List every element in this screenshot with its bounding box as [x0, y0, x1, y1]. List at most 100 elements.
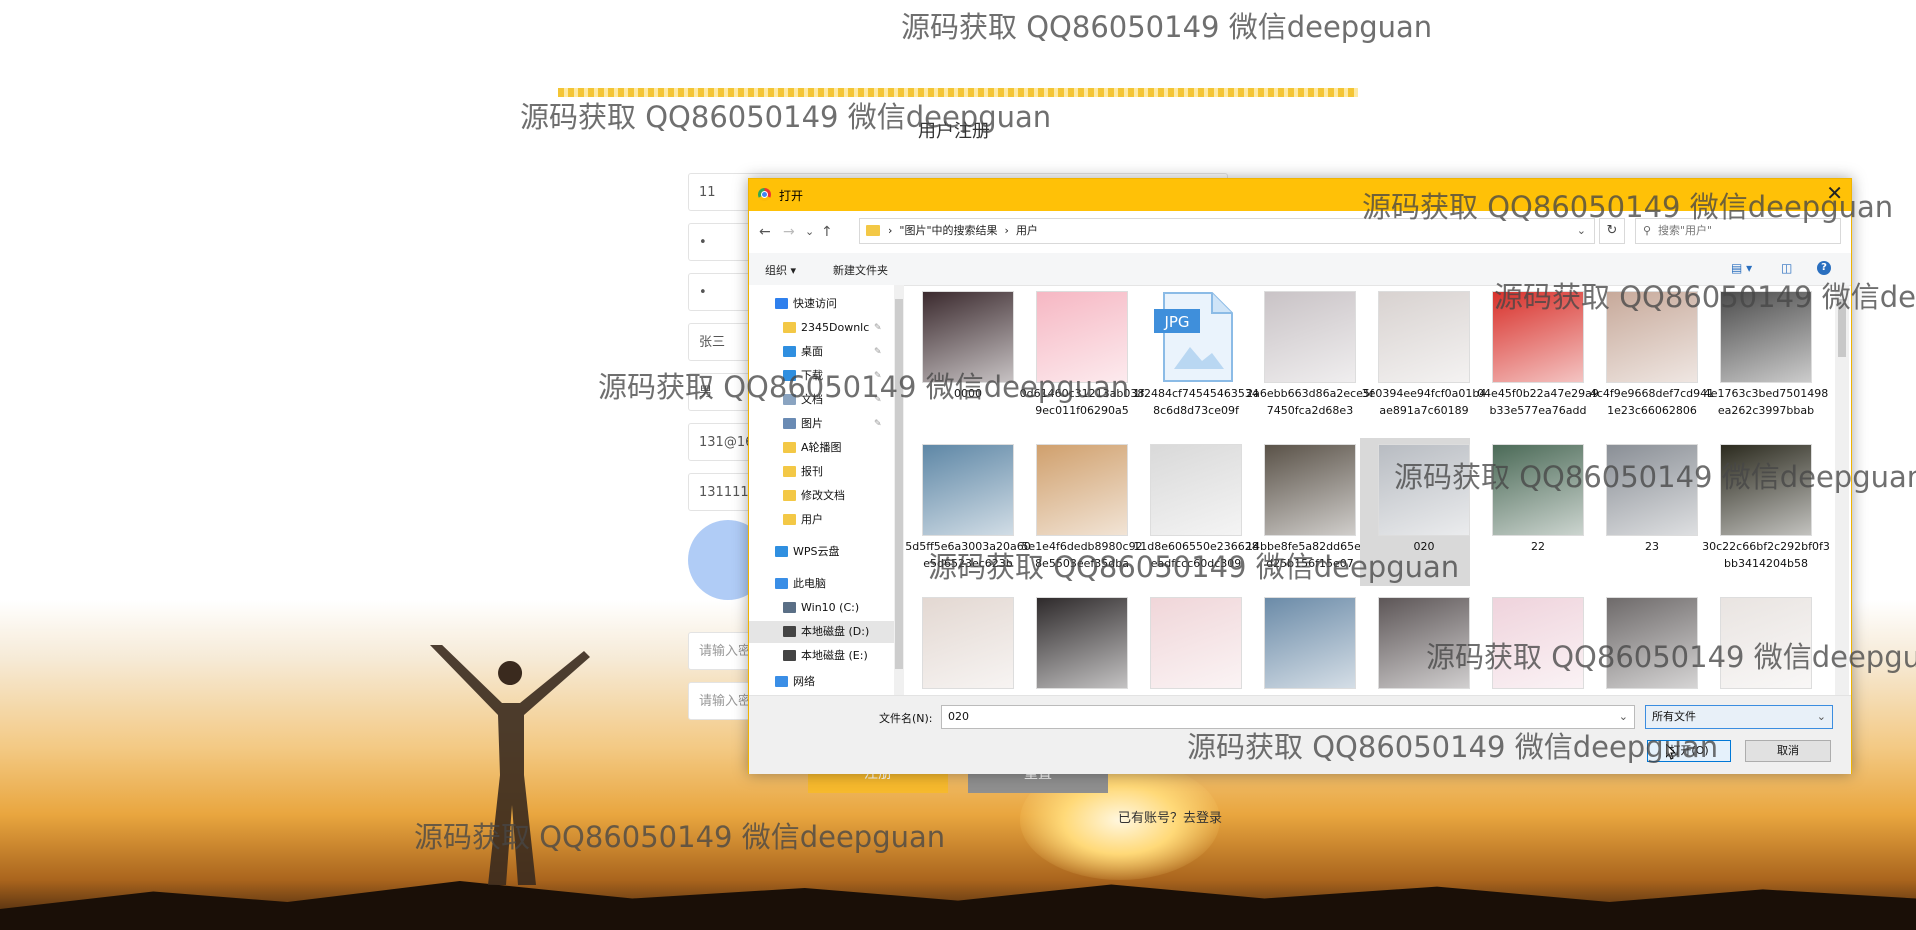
sidebar-item[interactable]: 报刊 — [749, 461, 894, 483]
dialog-title: 打开 — [779, 189, 804, 203]
pin-icon: ✎ — [874, 371, 882, 381]
watermark: 源码获取 QQ86050149 微信deepguan — [901, 10, 1433, 44]
file-item[interactable] — [1360, 591, 1470, 695]
page-title: 用户注册 — [918, 121, 990, 142]
view-options-icon[interactable]: ▤ ▾ — [1731, 261, 1752, 275]
chevron-down-icon[interactable]: ⌄ — [1817, 706, 1826, 728]
cancel-button[interactable]: 取消 — [1745, 740, 1831, 762]
pin-icon: ✎ — [874, 419, 882, 429]
image-thumbnail — [922, 444, 1014, 536]
dialog-footer: 文件名(N): 020 ⌄ 所有文件 ⌄ 打开(O) 取消 — [749, 695, 1851, 774]
image-thumbnail — [1264, 291, 1356, 383]
file-name: 0d61460c31213ab0389ec011f06290a5 — [1019, 387, 1145, 417]
mouse-cursor-icon — [1666, 744, 1676, 760]
file-item[interactable]: 2a6ebb663d86a2ece5f7450fca2d68e3 — [1246, 285, 1374, 433]
breadcrumb-sep: › — [888, 224, 893, 237]
file-item[interactable]: 04e45f0b22a47e29a9b33e577ea76add — [1474, 285, 1599, 433]
sidebar-item[interactable]: 网络 — [749, 671, 894, 693]
cloud-icon — [775, 546, 788, 557]
file-item[interactable]: 0d61460c31213ab0389ec011f06290a5 — [1018, 285, 1144, 433]
file-item[interactable] — [1132, 591, 1242, 695]
sidebar-item[interactable]: 下载 ✎ — [749, 365, 894, 387]
chrome-icon — [758, 188, 771, 201]
file-grid-scrollbar[interactable] — [1835, 285, 1849, 695]
file-item[interactable]: 0000 — [904, 285, 1014, 433]
file-item[interactable] — [1588, 591, 1698, 695]
file-item[interactable]: 020 — [1360, 438, 1470, 586]
help-icon[interactable]: ? — [1817, 261, 1831, 275]
search-input[interactable]: ⚲ 搜索"用户" — [1635, 218, 1841, 244]
drive-icon — [783, 626, 796, 637]
file-item[interactable]: 23 — [1588, 438, 1698, 586]
image-thumbnail — [1720, 291, 1812, 383]
sidebar-item[interactable]: 2345Downlc ✎ — [749, 317, 894, 339]
file-grid: 0000 0d61460c31213ab0389ec011f06290a5 JPG 1… — [904, 285, 1834, 695]
chevron-down-icon[interactable]: ⌄ — [1577, 219, 1586, 243]
open-button[interactable]: 打开(O) — [1647, 740, 1731, 762]
close-icon[interactable]: ✕ — [1826, 181, 1843, 205]
sidebar-item[interactable]: WPS云盘 — [749, 541, 894, 563]
file-item[interactable]: 5e1e4f6dedb8980c928e5503eef35dba — [1018, 438, 1143, 586]
recent-locations-icon[interactable]: ⌄ — [805, 224, 814, 240]
file-name: 11d8e606550e236628eadfccc60dc309 — [1133, 540, 1259, 570]
file-item[interactable] — [904, 591, 1014, 695]
folder-icon — [783, 514, 796, 525]
sidebar-item-label: 桌面 — [801, 345, 823, 358]
sidebar-item[interactable]: 文档 ✎ — [749, 389, 894, 411]
file-item[interactable]: JPG 1f2484cf745454635348c6d8d73ce09f — [1132, 285, 1259, 433]
file-item[interactable]: 14bbe8fe5a82dd65ec4d25b156f15e07 — [1246, 438, 1374, 586]
navigation-row: ← → ⌄ ↑ › "图片"中的搜索结果 › 用户 ⌄ ↻ ⚲ 搜索"用户" — [749, 211, 1851, 253]
file-item[interactable]: 30c22c66bf2c292bf0f3bb3414204b58 — [1702, 438, 1830, 586]
file-item[interactable] — [1018, 591, 1128, 695]
file-item[interactable]: 4e1763c3bed7501498ea262c3997bbab — [1702, 285, 1828, 433]
navigation-scrollbar[interactable] — [894, 285, 904, 695]
sidebar-item[interactable]: 桌面 ✎ — [749, 341, 894, 363]
back-icon[interactable]: ← — [759, 224, 771, 240]
sidebar-item[interactable]: 此电脑 — [749, 573, 894, 595]
filename-input[interactable]: 020 ⌄ — [941, 705, 1635, 729]
file-item[interactable]: 5d5ff5e6a3003a20a60e5d6523ec623b — [904, 438, 1031, 586]
image-thumbnail — [1606, 597, 1698, 689]
chevron-down-icon[interactable]: ⌄ — [1619, 706, 1628, 728]
file-item[interactable]: 3e0394ee94fcf0a01b4ae891a7c60189 — [1360, 285, 1486, 433]
file-name: 020 — [1413, 540, 1435, 553]
desktop-icon — [783, 346, 796, 357]
folder-icon — [783, 490, 796, 501]
up-folder-icon[interactable]: ↑ — [821, 224, 833, 240]
address-bar[interactable]: › "图片"中的搜索结果 › 用户 ⌄ — [859, 218, 1595, 244]
pin-icon: ✎ — [874, 323, 882, 333]
sidebar-item-label: 用户 — [801, 513, 823, 526]
sidebar-item-label: A轮播图 — [801, 441, 842, 454]
sidebar-item-label: 文档 — [801, 393, 823, 406]
file-name: 2a6ebb663d86a2ece5f7450fca2d68e3 — [1246, 387, 1374, 417]
sidebar-item[interactable]: A轮播图 — [749, 437, 894, 459]
filename-value: 020 — [948, 710, 969, 723]
refresh-icon[interactable]: ↻ — [1599, 218, 1625, 244]
forward-icon[interactable]: → — [783, 224, 795, 240]
new-folder-button[interactable]: 新建文件夹 — [833, 262, 888, 278]
sidebar-item[interactable]: 图片 ✎ — [749, 413, 894, 435]
scrollbar-thumb[interactable] — [895, 299, 903, 669]
file-item[interactable]: 22 — [1474, 438, 1584, 586]
organize-menu[interactable]: 组织 ▾ — [765, 262, 796, 278]
file-item[interactable]: 4c4f9e9668def7cd9411e23c66062806 — [1588, 285, 1714, 433]
file-type-select[interactable]: 所有文件 ⌄ — [1645, 705, 1833, 729]
preview-pane-icon[interactable]: ◫ — [1781, 261, 1792, 275]
file-item[interactable] — [1246, 591, 1356, 695]
sidebar-item[interactable]: 快速访问 — [749, 293, 894, 315]
file-item[interactable] — [1474, 591, 1584, 695]
scrollbar-thumb[interactable] — [1838, 299, 1846, 357]
login-link[interactable]: 已有账号？去登录 — [1118, 807, 1222, 826]
sidebar-item-label: 报刊 — [801, 465, 823, 478]
file-item[interactable] — [1702, 591, 1812, 695]
sidebar-item[interactable]: 本地磁盘 (D:) — [749, 621, 894, 643]
sidebar-item[interactable]: 本地磁盘 (E:) — [749, 645, 894, 667]
sidebar-item[interactable]: 修改文档 — [749, 485, 894, 507]
sidebar-item[interactable]: 用户 — [749, 509, 894, 531]
breadcrumb-users[interactable]: 用户 — [1016, 224, 1038, 237]
file-item[interactable]: 11d8e606550e236628eadfccc60dc309 — [1132, 438, 1259, 586]
sidebar-item-label: 下载 — [801, 369, 823, 382]
breadcrumb-search-results[interactable]: "图片"中的搜索结果 — [899, 224, 997, 237]
sidebar-item[interactable]: Win10 (C:) — [749, 597, 894, 619]
image-thumbnail — [1492, 291, 1584, 383]
